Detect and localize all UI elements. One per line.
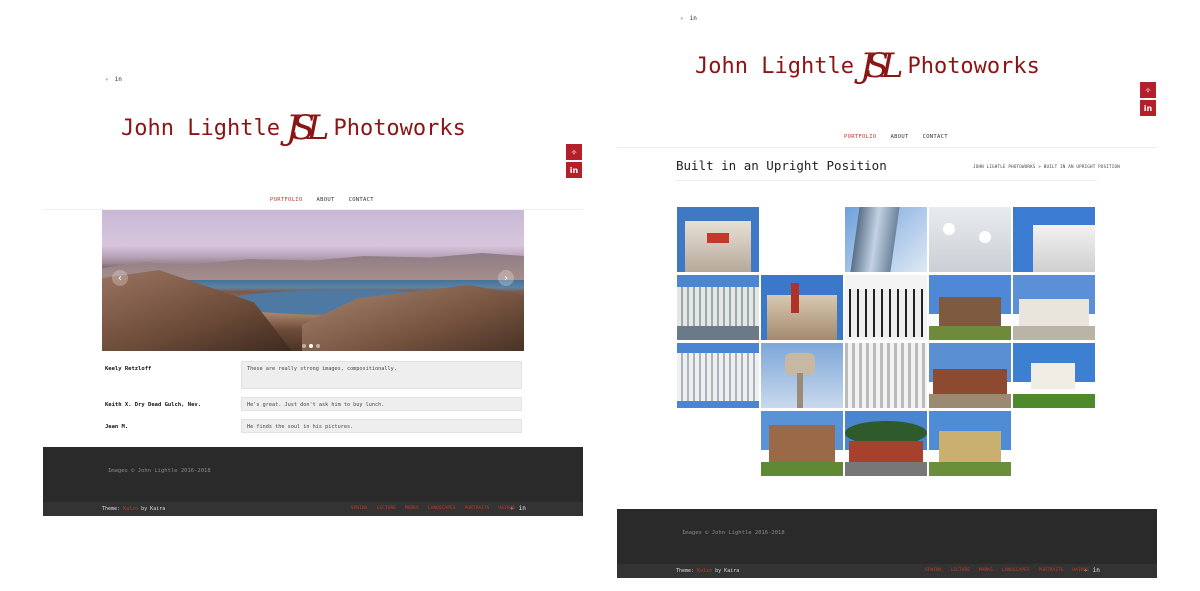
footer-link[interactable]: PORTRAITS <box>465 506 490 511</box>
gallery-thumb[interactable] <box>761 343 843 408</box>
review-text-2: He's great. Just don't ask him to buy lu… <box>241 397 522 411</box>
gallery-thumb[interactable] <box>929 275 1011 340</box>
site-footer: Images © John Lightle 2016-2018 Theme: K… <box>617 509 1157 578</box>
footer-copyright: Images © John Lightle 2016-2018 <box>108 468 211 474</box>
twitter-icon[interactable]: ✧ <box>680 15 684 22</box>
footer-link[interactable]: PORTRAITS <box>1039 568 1064 573</box>
nav-divider <box>617 147 1157 148</box>
title-divider <box>676 180 1097 181</box>
gallery-thumb[interactable] <box>761 275 843 340</box>
gallery-thumb[interactable] <box>1013 275 1095 340</box>
twitter-icon[interactable]: ✧ <box>1140 82 1156 98</box>
twitter-icon[interactable]: ✧ <box>105 76 109 83</box>
theme-name-link[interactable]: Kalzo <box>697 568 712 574</box>
gallery-thumb[interactable] <box>1013 343 1095 408</box>
theme-prefix: Theme: <box>676 568 695 574</box>
logo-name-left: John Lightle <box>695 53 854 79</box>
gallery-thumb[interactable] <box>677 275 759 340</box>
footer-link[interactable]: SPHINX <box>925 568 942 573</box>
nav-portfolio[interactable]: PORTFOLIO <box>270 197 303 203</box>
gallery-thumb[interactable] <box>929 411 1011 476</box>
main-nav: PORTFOLIO ABOUT CONTACT <box>844 134 948 140</box>
gallery-thumb[interactable] <box>677 343 759 408</box>
theme-prefix: Theme: <box>102 506 121 512</box>
footer-links: SPHINX LECTURE MARKS LANDSCAPES PORTRAIT… <box>351 506 515 511</box>
nav-about[interactable]: ABOUT <box>891 134 909 140</box>
nav-contact[interactable]: CONTACT <box>349 197 374 203</box>
gallery-thumb[interactable] <box>845 207 927 272</box>
linkedin-icon[interactable]: in <box>566 162 582 178</box>
footer-copyright: Images © John Lightle 2016-2018 <box>682 530 785 536</box>
slider-dot[interactable] <box>316 344 320 348</box>
side-social-links: ✧ in <box>1140 82 1156 116</box>
nav-contact[interactable]: CONTACT <box>923 134 948 140</box>
footer-social: ✧ in <box>510 505 526 512</box>
review-author-1: Keely Retzloff <box>105 366 152 372</box>
footer-link[interactable]: LANDSCAPES <box>1002 568 1030 573</box>
breadcrumb[interactable]: JOHN LIGHTLE PHOTOWORKS > BUILT IN AN UP… <box>973 164 1120 169</box>
main-nav: PORTFOLIO ABOUT CONTACT <box>270 197 374 203</box>
side-social-links: ✧ in <box>566 144 582 178</box>
slider-next-arrow[interactable]: › <box>498 270 514 286</box>
gallery-thumb[interactable] <box>761 411 843 476</box>
photo-gallery <box>677 207 1097 476</box>
logo-name-left: John Lightle <box>121 115 280 141</box>
footer-link[interactable]: LANDSCAPES <box>428 506 456 511</box>
homepage-screenshot: ✧ in John Lightle JSL Photoworks ✧ in PO… <box>43 60 583 516</box>
gallery-thumb[interactable] <box>845 275 927 340</box>
footer-link[interactable]: LECTURE <box>951 568 970 573</box>
footer-bottom-bar: Theme: Kalzo by Kaira SPHINX LECTURE MAR… <box>43 502 583 516</box>
review-text-1: These are really strong images, composit… <box>241 361 522 389</box>
slider-dot[interactable] <box>302 344 306 348</box>
logo-name-right: Photoworks <box>907 53 1040 79</box>
twitter-icon[interactable]: ✧ <box>566 144 582 160</box>
slider-dots <box>302 344 320 348</box>
nav-portfolio[interactable]: PORTFOLIO <box>844 134 877 140</box>
footer-theme-credit: Theme: Kalzo by Kaira <box>102 506 165 512</box>
logo-name-right: Photoworks <box>333 115 466 141</box>
gallery-thumb[interactable] <box>845 411 927 476</box>
site-logo[interactable]: John Lightle JSL Photoworks <box>695 46 1040 86</box>
linkedin-icon[interactable]: in <box>519 505 526 512</box>
footer-bottom-bar: Theme: Kalzo by Kaira SPHINX LECTURE MAR… <box>617 564 1157 578</box>
footer-theme-credit: Theme: Kalzo by Kaira <box>676 568 739 574</box>
footer-link[interactable]: MARKS <box>405 506 419 511</box>
linkedin-icon[interactable]: in <box>1140 100 1156 116</box>
footer-social: ✧ in <box>1084 567 1100 574</box>
theme-suffix: by Kaira <box>141 506 166 512</box>
linkedin-icon[interactable]: in <box>690 15 697 22</box>
review-text-3: He finds the soul in his pictures. <box>241 419 522 433</box>
twitter-icon[interactable]: ✧ <box>510 505 514 512</box>
logo-monogram: JSL <box>285 108 329 148</box>
review-author-2: Keith X. Dry Dead Gulch, Nev. <box>105 402 202 408</box>
slider-dot-active[interactable] <box>309 344 313 348</box>
slider-prev-arrow[interactable]: ‹ <box>112 270 128 286</box>
gallery-screenshot: ✧ in John Lightle JSL Photoworks ✧ in PO… <box>617 0 1157 578</box>
nav-about[interactable]: ABOUT <box>317 197 335 203</box>
review-author-3: Jean M. <box>105 424 129 430</box>
gallery-thumb[interactable] <box>845 343 927 408</box>
twitter-icon[interactable]: ✧ <box>1084 567 1088 574</box>
page-title: Built in an Upright Position <box>676 158 887 173</box>
footer-link[interactable]: MARKS <box>979 568 993 573</box>
footer-link[interactable]: LECTURE <box>377 506 396 511</box>
theme-suffix: by Kaira <box>715 568 740 574</box>
site-footer: Images © John Lightle 2016-2018 Theme: K… <box>43 447 583 516</box>
top-social-links: ✧ in <box>680 15 697 22</box>
linkedin-icon[interactable]: in <box>115 76 122 83</box>
linkedin-icon[interactable]: in <box>1093 567 1100 574</box>
logo-monogram: JSL <box>859 46 903 86</box>
top-social-links: ✧ in <box>105 76 122 83</box>
footer-link[interactable]: SPHINX <box>351 506 368 511</box>
gallery-thumb[interactable] <box>1013 207 1095 272</box>
footer-links: SPHINX LECTURE MARKS LANDSCAPES PORTRAIT… <box>925 568 1089 573</box>
theme-name-link[interactable]: Kalzo <box>123 506 138 512</box>
gallery-thumb[interactable] <box>929 343 1011 408</box>
gallery-thumb[interactable] <box>929 207 1011 272</box>
gallery-thumb[interactable] <box>677 207 759 272</box>
site-logo[interactable]: John Lightle JSL Photoworks <box>121 108 466 148</box>
hero-slider[interactable]: ‹ › <box>102 210 524 351</box>
